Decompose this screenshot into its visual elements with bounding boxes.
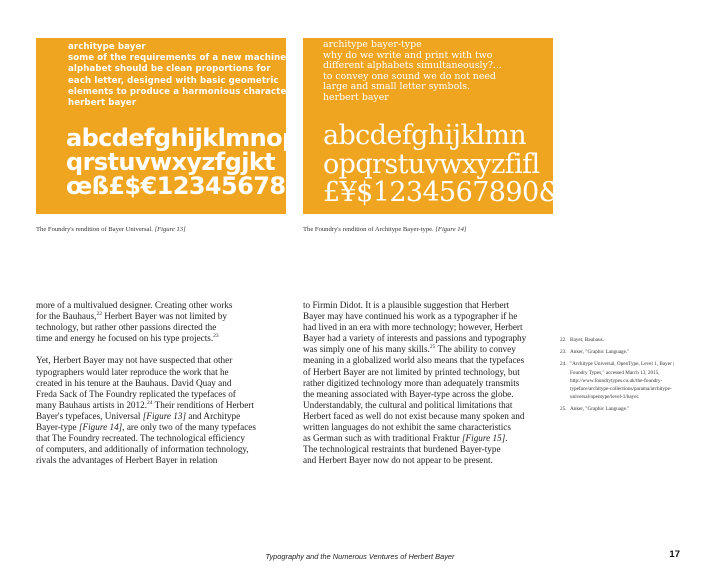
footnote-text: Anker, "Graphic Language."	[570, 406, 630, 413]
text-line: had lived in an era with more technology…	[303, 322, 523, 333]
text-line: Bayer may have continued his work as a t…	[303, 311, 518, 322]
quote-line: alphabet should be clean proportions for	[68, 64, 271, 75]
text-line: created in his tenure at the Bauhaus. Da…	[36, 377, 232, 388]
text-line: Yet, Herbert Bayer may not have suspecte…	[36, 355, 233, 366]
glyph-line: qrstuvwxyzfgjkt	[66, 148, 276, 176]
page-number: 17	[669, 549, 680, 560]
text-line: as German such as with traditional Frakt…	[303, 433, 508, 444]
glyph-line: abcdefghijklmnop	[66, 124, 286, 152]
figure-13-quote: architype bayer some of the requirements…	[68, 42, 286, 109]
figure-14-architype-bayer-type: architype bayer-type why do we write and…	[303, 38, 553, 214]
figure-14-quote: architype bayer-type why do we write and…	[323, 39, 502, 104]
running-footer-title: Typography and the Numerous Ventures of …	[265, 552, 455, 561]
text-line: that The Foundry recreated. The technolo…	[36, 433, 245, 444]
quote-line: some of the requirements of a new machin…	[68, 53, 286, 64]
body-column-2: to Firmin Didot. It is a plausible sugge…	[303, 300, 533, 478]
paragraph: to Firmin Didot. It is a plausible sugge…	[303, 300, 533, 466]
figure-13-glyph-specimen: abcdefghijklmnop qrstuvwxyzfgjkt œß£$€12…	[66, 126, 286, 198]
figure-ref: [Figure 14]	[78, 422, 123, 433]
text-line: Understandably, the cultural and politic…	[303, 399, 513, 410]
footnote-text: Anker, "Graphic Language."	[570, 349, 630, 356]
text-line: for the Bauhaus,22 Herbert Bayer was not…	[36, 311, 227, 322]
text-line: The technological restraints that burden…	[303, 444, 501, 455]
text-line: time and energy he focused on his type p…	[36, 333, 219, 344]
caption-figure-ref: [Figure 13]	[154, 226, 186, 233]
quote-line: herbert bayer	[68, 98, 137, 109]
footnote: 24. "Architype Universal, OpenType, Leve…	[560, 360, 690, 401]
text-line: Bayer's typefaces, Universal [Figure 13]…	[36, 410, 241, 421]
footnote: 25. Anker, "Graphic Language."	[560, 405, 690, 413]
text-line: Herbert faced as well do not exist becau…	[303, 410, 525, 421]
paragraph: more of a multivalued designer. Creating…	[36, 300, 264, 344]
glyph-line: œß£$€1234567890	[66, 172, 286, 200]
caption-text: The Foundry's rendition of Architype Bay…	[303, 226, 434, 233]
footnote: 22. Bayer, Bauhaus.	[560, 336, 690, 344]
text-line: and Herbert Bayer now do not appear to b…	[303, 455, 493, 466]
quote-line: elements to produce a harmonious charact…	[68, 86, 286, 97]
quote-line: herbert bayer	[323, 91, 389, 103]
footnote-text: Bayer, Bauhaus.	[570, 337, 604, 343]
text-line: technology, but rather other passions di…	[36, 322, 217, 333]
text-line: rather digitized technology more than ad…	[303, 377, 520, 388]
figure-14-caption: The Foundry's rendition of Architype Bay…	[303, 226, 466, 233]
text-line: written languages do not exhibit the sam…	[303, 422, 511, 433]
text-line: was simply one of his many skills.25 The…	[303, 344, 516, 355]
footnote: 23. Anker, "Graphic Language."	[560, 348, 690, 356]
glyph-line: opqrstuvwxyzfifl	[323, 148, 540, 180]
figure-ref: [Figure 15]	[461, 433, 506, 444]
footnote-text: "Architype Universal, OpenType, Level 1,…	[570, 361, 675, 401]
quote-line: architype bayer	[68, 42, 146, 52]
text-line: to Firmin Didot. It is a plausible sugge…	[303, 300, 510, 310]
text-line: Bayer-type [Figure 14], are only two of …	[36, 422, 256, 433]
footnote-ref: 23	[213, 333, 219, 340]
text-line: Freda Sack of The Foundry replicated the…	[36, 388, 236, 399]
glyph-line: abcdefghijklmn	[323, 120, 527, 151]
figure-ref: [Figure 13]	[142, 410, 187, 421]
footnote-number: 22.	[560, 337, 567, 343]
footnotes: 22. Bayer, Bauhaus. 23. Anker, "Graphic …	[560, 336, 690, 418]
text-line: many Bauhaus artists in 2012.24 Their re…	[36, 399, 254, 410]
glyph-line: £¥$1234567890&	[323, 177, 553, 208]
footnote-number: 24.	[560, 361, 567, 368]
text-line: meaning in a globalized world also means…	[303, 355, 525, 366]
footnote-number: 25.	[560, 406, 567, 413]
text-line: of Herbert Bayer are not limited by prin…	[303, 366, 520, 377]
quote-line: each letter, designed with basic geometr…	[68, 75, 279, 86]
text-line: more of a multivalued designer. Creating…	[36, 300, 233, 310]
figure-13-bayer-universal: architype bayer some of the requirements…	[36, 38, 286, 214]
paragraph: Yet, Herbert Bayer may not have suspecte…	[36, 355, 264, 466]
text-line: of computers, and additionally of inform…	[36, 444, 249, 455]
figure-14-glyph-specimen: abcdefghijklmn opqrstuvwxyzfifl £¥$12345…	[323, 120, 553, 208]
quote-line: architype bayer-type	[323, 39, 422, 50]
footnote-number: 23.	[560, 349, 567, 356]
text-line: rivals the advantages of Herbert Bayer i…	[36, 455, 218, 466]
caption-text: The Foundry's rendition of Bayer Univers…	[36, 226, 153, 233]
text-line: Bayer had a variety of interests and pas…	[303, 333, 527, 344]
caption-figure-ref: [Figure 14]	[435, 226, 467, 233]
body-column-1: more of a multivalued designer. Creating…	[36, 300, 264, 478]
figure-13-caption: The Foundry's rendition of Bayer Univers…	[36, 226, 186, 233]
text-line: typographers would later reproduce the w…	[36, 366, 229, 377]
text-line: the meaning associated with Bayer-type a…	[303, 388, 514, 399]
